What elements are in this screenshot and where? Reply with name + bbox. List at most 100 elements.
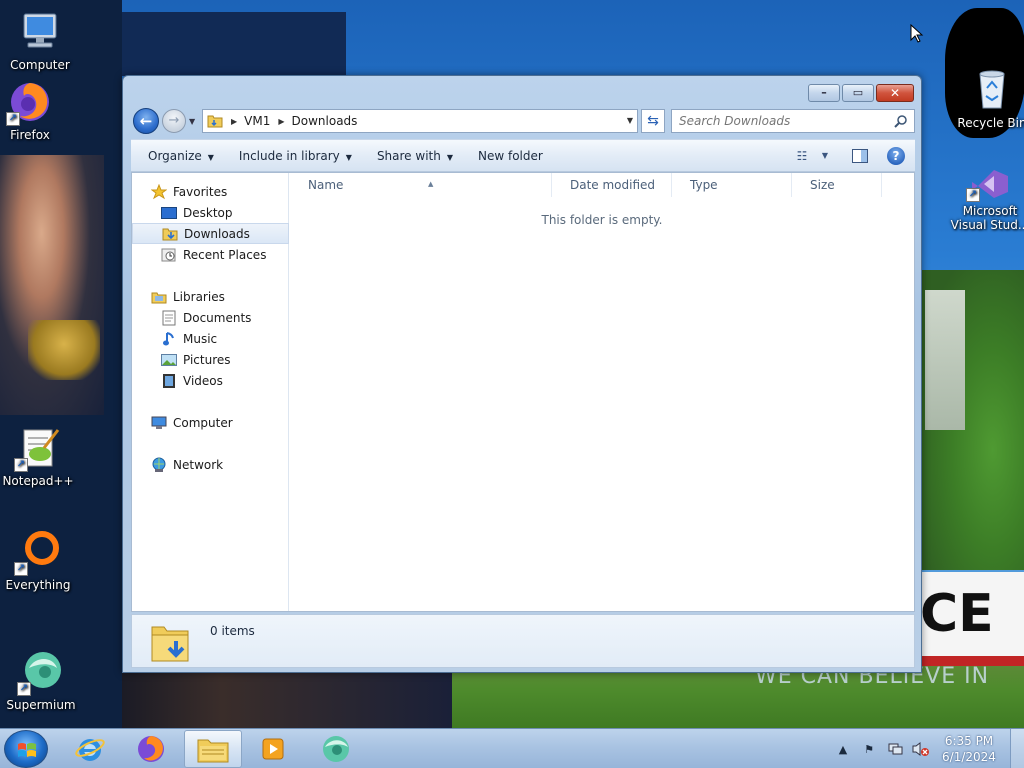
breadcrumb-separator-icon[interactable]: ▶ <box>231 117 237 126</box>
file-list[interactable]: Name ▲ Date modified Type Size This fold… <box>290 173 914 611</box>
desktop-icon-visual-studio[interactable]: ↗ Microsoft Visual Stud... <box>950 166 1024 232</box>
breadcrumb-downloads[interactable]: Downloads <box>292 114 358 128</box>
videos-icon <box>161 373 177 389</box>
empty-folder-message: This folder is empty. <box>541 213 663 227</box>
breadcrumb-separator-icon[interactable]: ▶ <box>278 117 284 126</box>
help-button[interactable]: ? <box>883 144 909 168</box>
desktop-icon <box>161 205 177 221</box>
nav-desktop[interactable]: Desktop <box>132 202 289 223</box>
clock-time: 6:35 PM <box>944 734 994 748</box>
nav-favorites[interactable]: Favorites <box>132 181 289 202</box>
share-with-button[interactable]: Share with ▼ <box>369 144 461 168</box>
nav-recent-places[interactable]: Recent Places <box>132 244 289 265</box>
show-desktop-button[interactable] <box>1010 729 1024 768</box>
taskbar-internet-explorer[interactable] <box>62 730 118 768</box>
preview-pane-icon <box>852 148 868 163</box>
desktop-icon-firefox[interactable]: ↗ Firefox <box>0 78 70 142</box>
desktop-icon-supermium[interactable]: ↗ Supermium <box>1 648 81 712</box>
back-arrow-icon: ← <box>139 112 153 130</box>
refresh-button[interactable]: ⇆ <box>641 109 665 133</box>
taskbar-supermium[interactable] <box>308 730 364 768</box>
navigation-pane: Favorites Desktop Downloads Recent Place… <box>132 173 289 611</box>
sort-up-icon: ▲ <box>428 180 434 188</box>
taskbar-media-player[interactable] <box>245 730 301 768</box>
wallpaper-building <box>925 290 965 430</box>
desktop-icon-computer[interactable]: Computer <box>0 8 80 72</box>
network-status-button[interactable] <box>885 739 905 759</box>
volume-button[interactable] <box>911 739 931 759</box>
help-icon: ? <box>887 146 905 165</box>
close-button[interactable]: ✕ <box>876 84 914 102</box>
explorer-window[interactable]: – ▭ ✕ ← → ▼ ▶ VM1 ▶ Downloads ▼ ⇆ Organi… <box>122 75 922 673</box>
column-header-size[interactable]: Size <box>792 173 882 197</box>
search-icon[interactable] <box>894 114 908 128</box>
recent-pages-button[interactable]: ▼ <box>189 117 199 127</box>
address-history-dropdown[interactable]: ▼ <box>627 116 633 125</box>
wallpaper-epaulette <box>28 320 100 380</box>
desktop-icon-everything[interactable]: ↗ Everything <box>0 528 78 592</box>
organize-button[interactable]: Organize ▼ <box>140 144 222 168</box>
preview-pane-button[interactable] <box>847 144 873 168</box>
search-box[interactable] <box>671 109 915 133</box>
column-header-name[interactable]: Name ▲ <box>290 173 552 197</box>
view-options-dropdown[interactable]: ▼ <box>819 144 831 168</box>
include-in-library-label: Include in library <box>238 148 340 163</box>
nav-network[interactable]: Network <box>132 454 289 475</box>
taskbar-firefox[interactable] <box>123 730 179 768</box>
nav-downloads[interactable]: Downloads <box>132 223 289 244</box>
nav-favorites-label: Favorites <box>173 184 228 199</box>
nav-documents[interactable]: Documents <box>132 307 289 328</box>
item-count: 0 items <box>210 624 255 638</box>
change-view-button[interactable]: ☷ <box>789 144 815 168</box>
search-input[interactable] <box>672 110 882 132</box>
wallpaper-top-dark <box>122 12 346 76</box>
nav-recent-places-label: Recent Places <box>183 247 267 262</box>
media-player-icon <box>262 738 284 760</box>
nav-videos-label: Videos <box>183 373 223 388</box>
nav-computer[interactable]: Computer <box>132 412 289 433</box>
music-icon <box>161 331 177 347</box>
supermium-icon <box>323 736 349 762</box>
include-in-library-button[interactable]: Include in library ▼ <box>231 144 360 168</box>
downloads-folder-icon <box>162 226 178 242</box>
desktop-icon-label: Firefox <box>10 128 50 142</box>
address-bar[interactable]: ▶ VM1 ▶ Downloads ▼ <box>202 109 638 133</box>
column-header-type[interactable]: Type <box>672 173 792 197</box>
internet-explorer-icon <box>75 739 105 761</box>
minimize-icon: – <box>821 86 827 99</box>
nav-videos[interactable]: Videos <box>132 370 289 391</box>
chevron-down-icon: ▼ <box>207 152 214 162</box>
desktop-icon-recycle-bin[interactable]: Recycle Bin <box>952 66 1024 130</box>
breadcrumb-vm1[interactable]: VM1 <box>244 114 270 128</box>
downloads-folder-icon <box>151 626 189 662</box>
windows-explorer-icon <box>197 739 229 763</box>
column-header-date-modified[interactable]: Date modified <box>552 173 672 197</box>
visual-studio-icon: ↗ <box>966 166 1014 202</box>
new-folder-button[interactable]: New folder <box>470 144 551 168</box>
maximize-button[interactable]: ▭ <box>842 84 874 102</box>
action-center-button[interactable]: ⚑ <box>859 739 879 759</box>
firefox-icon: ↗ <box>6 78 54 126</box>
shortcut-arrow-icon: ↗ <box>14 562 28 576</box>
minimize-button[interactable]: – <box>808 84 840 102</box>
system-clock[interactable]: 6:35 PM 6/1/2024 <box>934 733 1004 765</box>
command-bar-right: ☷ ▼ ? <box>787 140 915 171</box>
start-button[interactable] <box>4 730 48 768</box>
nav-pictures[interactable]: Pictures <box>132 349 289 370</box>
chevron-down-icon: ▼ <box>345 152 352 162</box>
desktop-icon-notepadpp[interactable]: ↗ Notepad++ <box>0 424 78 488</box>
desktop-icon-label: Microsoft Visual Stud... <box>950 204 1024 232</box>
back-button[interactable]: ← <box>133 108 159 134</box>
taskbar-windows-explorer[interactable] <box>184 730 242 768</box>
wallpaper-bottom-strip <box>122 672 452 728</box>
details-view-icon: ☷ <box>796 148 808 163</box>
show-hidden-icons-button[interactable]: ▲ <box>833 739 853 759</box>
nav-music[interactable]: Music <box>132 328 289 349</box>
computer-icon <box>151 415 167 431</box>
forward-button[interactable]: → <box>162 109 186 133</box>
shortcut-arrow-icon: ↗ <box>17 682 31 696</box>
close-icon: ✕ <box>889 86 901 100</box>
nav-music-label: Music <box>183 331 218 346</box>
nav-libraries[interactable]: Libraries <box>132 286 289 307</box>
content-area: Favorites Desktop Downloads Recent Place… <box>131 172 915 612</box>
